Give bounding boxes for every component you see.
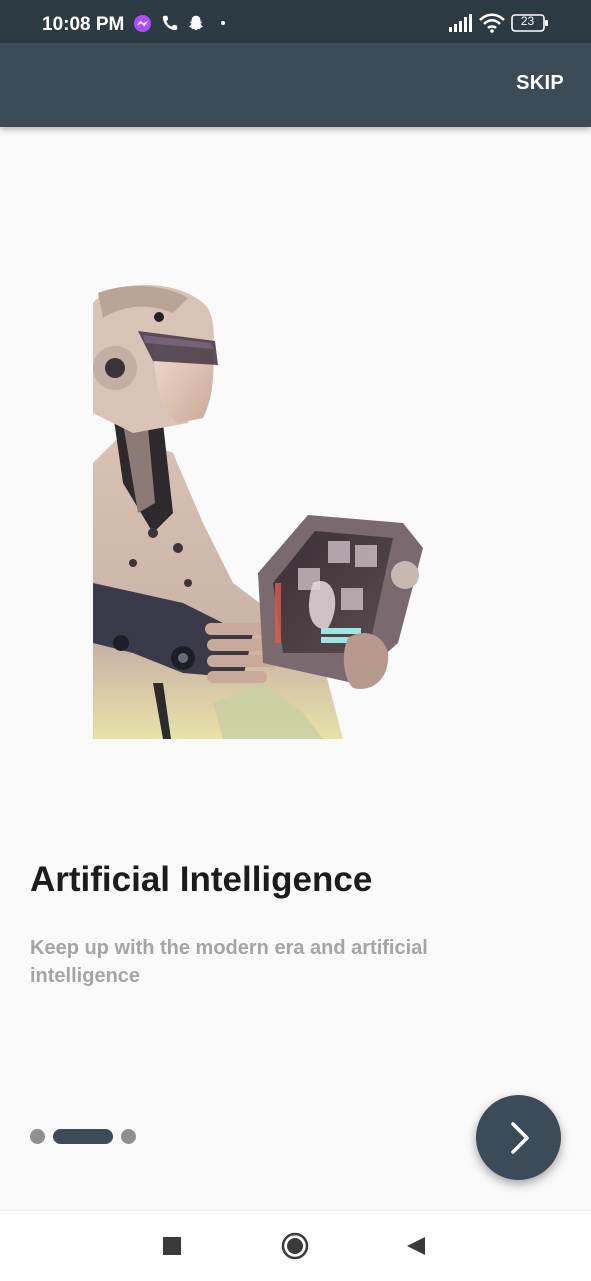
status-time: 10:08 PM: [42, 14, 125, 35]
system-nav-bar: [0, 1210, 591, 1281]
battery-level: 23: [520, 14, 535, 28]
status-bar: 10:08 PM 23: [0, 0, 591, 43]
chevron-right-icon: [510, 1121, 529, 1154]
page-title: Artificial Intelligence: [30, 860, 373, 899]
dot-icon: [220, 12, 226, 34]
next-button[interactable]: [476, 1095, 561, 1180]
robot-tablet-illustration: [93, 283, 453, 739]
pager-dot-active[interactable]: [53, 1129, 113, 1144]
phone-icon: [161, 12, 179, 34]
wifi-icon: [479, 12, 505, 34]
messenger-icon: [133, 12, 152, 34]
app-bar: SKIP: [0, 43, 591, 127]
snapchat-icon: [187, 12, 205, 34]
page-subtitle: Keep up with the modern era and artifici…: [30, 937, 428, 987]
back-triangle-icon[interactable]: [386, 1211, 446, 1281]
recents-square-icon[interactable]: [142, 1211, 202, 1281]
pager-dot[interactable]: [30, 1129, 45, 1144]
signal-icon: [448, 12, 472, 34]
pager-dot[interactable]: [121, 1129, 136, 1144]
skip-button[interactable]: SKIP: [516, 72, 564, 95]
home-circle-icon[interactable]: [265, 1211, 325, 1281]
battery-icon: 23: [511, 12, 549, 34]
